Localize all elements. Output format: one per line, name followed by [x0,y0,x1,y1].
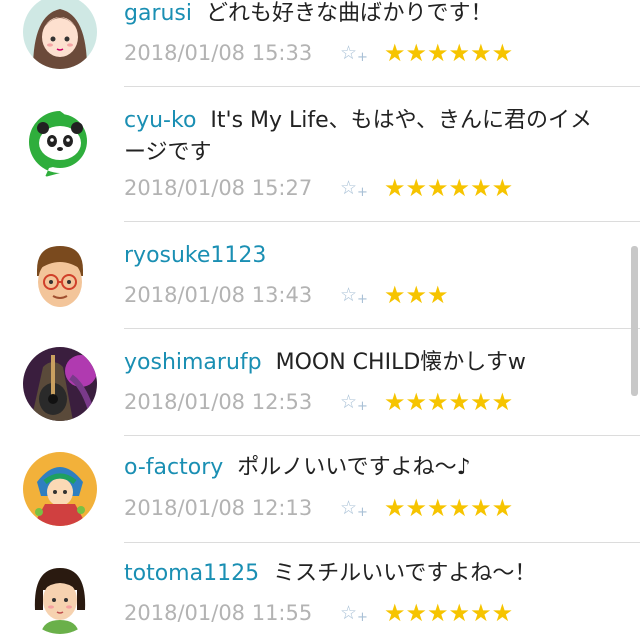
comment-text: ポルノいいですよね〜♪ [237,455,471,480]
comment-meta: 2018/01/08 11:55 ☆+ ★★★★★★ [124,598,513,628]
username-link[interactable]: garusi [124,1,192,26]
comment-date: 2018/01/08 12:53 [124,390,313,414]
scrollbar[interactable] [631,246,638,396]
comment-line: cyu-ko It's My Life、もはや、きんに君のイメージです [124,105,610,169]
comment-meta: 2018/01/08 15:33 ☆+ ★★★★★★ [124,38,513,68]
comment-meta: 2018/01/08 12:53 ☆+ ★★★★★★ [124,387,513,417]
divider [124,221,640,222]
star-rating[interactable]: ★★★★★★ [384,388,513,416]
comment-line: totoma1125 ミスチルいいですよね〜！ [124,558,610,590]
divider [124,542,640,543]
comment-meta: 2018/01/08 13:43 ☆+ ★★★ [124,280,449,310]
comment-line: o-factory ポルノいいですよね〜♪ [124,452,610,484]
star-rating[interactable]: ★★★★★★ [384,174,513,202]
username-link[interactable]: cyu-ko [124,108,196,133]
username-link[interactable]: ryosuke1123 [124,243,266,268]
comment-line: garusi どれも好きな曲ばかりです！ [124,0,610,30]
guitar-avatar[interactable] [23,347,97,421]
comment-text: どれも好きな曲ばかりです！ [206,1,493,26]
comment-meta: 2018/01/08 15:27 ☆+ ★★★★★★ [124,173,513,203]
comment-line: yoshimarufp MOON CHILD懐かしすw [124,347,610,379]
comment-meta: 2018/01/08 12:13 ☆+ ★★★★★★ [124,493,513,523]
add-star-icon[interactable]: ☆+ [340,497,384,520]
add-star-icon[interactable]: ☆+ [340,42,384,65]
glasses-man-avatar[interactable] [23,240,97,314]
anime-girl-avatar[interactable] [23,0,97,69]
add-star-icon[interactable]: ☆+ [340,602,384,625]
star-rating[interactable]: ★★★★★★ [384,39,513,67]
comment-date: 2018/01/08 15:27 [124,176,313,200]
divider [124,86,640,87]
add-star-icon[interactable]: ☆+ [340,177,384,200]
comment-text: MOON CHILD懐かしすw [275,350,526,375]
comment-text: ミスチルいいですよね〜！ [273,561,537,586]
username-link[interactable]: yoshimarufp [124,350,262,375]
bob-hair-girl-avatar[interactable] [23,560,97,634]
comment-date: 2018/01/08 13:43 [124,283,313,307]
comment-date: 2018/01/08 11:55 [124,601,313,625]
comment-line: ryosuke1123 [124,240,610,272]
illustration-avatar[interactable] [23,452,97,526]
divider [124,328,640,329]
username-link[interactable]: totoma1125 [124,561,259,586]
divider [124,435,640,436]
comment-date: 2018/01/08 15:33 [124,41,313,65]
comment-date: 2018/01/08 12:13 [124,496,313,520]
add-star-icon[interactable]: ☆+ [340,284,384,307]
panda-avatar[interactable] [23,105,97,179]
star-rating[interactable]: ★★★★★★ [384,494,513,522]
star-rating[interactable]: ★★★ [384,281,449,309]
star-rating[interactable]: ★★★★★★ [384,599,513,627]
add-star-icon[interactable]: ☆+ [340,391,384,414]
username-link[interactable]: o-factory [124,455,223,480]
